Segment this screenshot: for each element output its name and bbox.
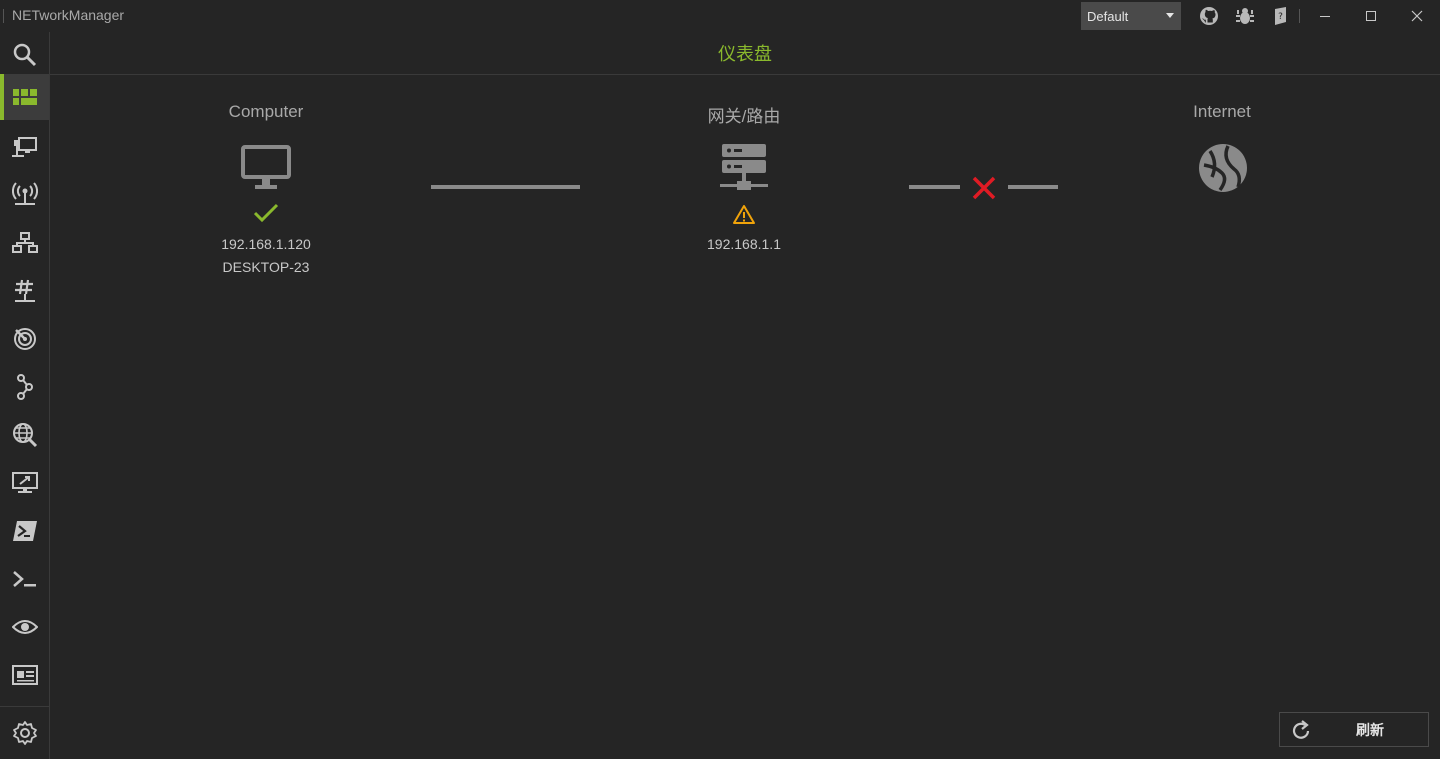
title-divider	[3, 9, 4, 23]
connection-failed-x-icon	[972, 176, 996, 200]
status-warning-icon	[733, 205, 755, 224]
internet-globe-icon	[1199, 144, 1247, 192]
computer-label: Computer	[228, 102, 304, 121]
sidebar-item-ping-monitor[interactable]	[0, 316, 49, 362]
putty-terminal-icon	[12, 571, 36, 587]
svg-text:?: ?	[1278, 12, 1283, 22]
ip-scanner-icon	[11, 232, 38, 253]
network-interface-icon	[11, 137, 37, 157]
page-header: 仪表盘	[50, 32, 1440, 75]
status-ok-check-icon	[253, 203, 279, 223]
port-scanner-icon	[14, 279, 35, 302]
sidebar-item-putty[interactable]	[0, 556, 49, 602]
sidebar-item-tigervnc[interactable]	[0, 604, 49, 650]
chevron-down-icon	[1166, 13, 1174, 18]
dns-lookup-icon	[12, 423, 37, 448]
app-title: NETworkManager	[12, 7, 125, 23]
sidebar-item-search[interactable]	[0, 32, 49, 78]
sidebar-item-powershell[interactable]	[0, 508, 49, 554]
computer-hostname: DESKTOP-23	[222, 259, 310, 275]
bug-icon[interactable]	[1235, 6, 1255, 26]
settings-icon	[12, 721, 37, 745]
sidebar-item-webconsole[interactable]	[0, 652, 49, 698]
sidebar-divider	[0, 706, 49, 707]
sidebar-item-settings[interactable]	[0, 710, 49, 756]
profile-select-value: Default	[1087, 8, 1129, 24]
sidebar-item-network-interface[interactable]	[0, 124, 49, 170]
github-icon[interactable]	[1199, 6, 1219, 26]
powershell-icon	[12, 521, 37, 541]
computer-ip: 192.168.1.120	[221, 236, 311, 252]
sidebar-item-wifi[interactable]	[0, 172, 49, 218]
close-button[interactable]	[1394, 0, 1440, 32]
connection-gateway-internet-left	[909, 185, 960, 189]
computer-monitor-icon	[241, 145, 291, 189]
titlebar-divider	[1299, 9, 1300, 23]
refresh-button[interactable]: 刷新	[1279, 712, 1429, 747]
traceroute-icon	[16, 374, 33, 400]
internet-label: Internet	[1193, 102, 1251, 121]
sidebar	[0, 32, 50, 759]
sidebar-item-ip-scanner[interactable]	[0, 220, 49, 266]
sidebar-item-traceroute[interactable]	[0, 364, 49, 410]
router-server-icon	[720, 144, 768, 190]
search-icon	[13, 43, 36, 67]
tigervnc-icon	[11, 620, 38, 634]
dashboard-icon	[12, 89, 37, 105]
help-book-icon[interactable]: ?	[1271, 6, 1291, 26]
connection-gateway-internet-right	[1008, 185, 1058, 189]
maximize-icon	[1366, 11, 1376, 21]
minimize-icon	[1320, 16, 1330, 17]
sidebar-item-dashboard[interactable]	[0, 74, 49, 120]
maximize-button[interactable]	[1348, 0, 1394, 32]
sidebar-item-port-scanner[interactable]	[0, 268, 49, 314]
sidebar-item-remote-desktop[interactable]	[0, 460, 49, 506]
remote-desktop-icon	[11, 472, 38, 493]
page-title: 仪表盘	[718, 44, 772, 65]
sidebar-item-dns-lookup[interactable]	[0, 412, 49, 458]
close-icon	[1411, 10, 1423, 22]
connection-computer-gateway	[431, 185, 580, 189]
title-bar: NETworkManager Default ?	[0, 0, 1440, 32]
ping-monitor-icon	[13, 328, 36, 350]
minimize-button[interactable]	[1302, 0, 1348, 32]
gateway-label: 网关/路由	[707, 107, 781, 126]
profile-select[interactable]: Default	[1081, 2, 1181, 30]
gateway-ip: 192.168.1.1	[707, 236, 781, 252]
wifi-icon	[11, 182, 38, 205]
webconsole-icon	[11, 665, 38, 685]
refresh-label: 刷新	[1356, 722, 1384, 739]
